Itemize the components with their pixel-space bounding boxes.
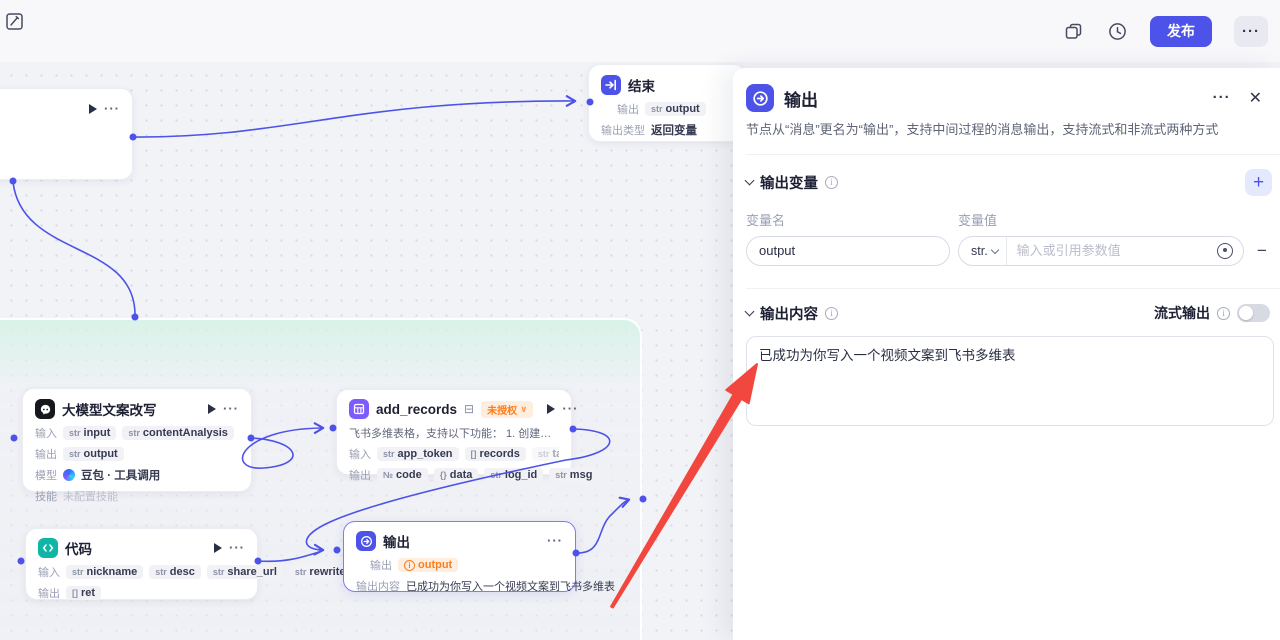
var-tag[interactable]: str input bbox=[63, 426, 117, 440]
var-tag-warning[interactable]: i output bbox=[398, 558, 459, 572]
var-tag[interactable]: str nickname bbox=[66, 565, 144, 579]
chevron-down-icon bbox=[990, 245, 999, 255]
variable-row: str. − bbox=[746, 235, 1280, 266]
run-icon[interactable] bbox=[547, 404, 556, 414]
code-node-icon bbox=[38, 538, 58, 558]
field-label: 输出 bbox=[349, 470, 371, 482]
output-config-panel: 输出 ··· ✕ 节点从“消息”更名为“输出”，支持中间过程的消息输出，支持流式… bbox=[733, 68, 1280, 640]
var-tag[interactable]: str output bbox=[645, 102, 706, 116]
end-node-icon bbox=[601, 75, 621, 95]
output-node-icon bbox=[356, 531, 376, 551]
field-label: 输出 bbox=[38, 588, 60, 600]
content-preview: 已成功为你写入一个视频文案到飞书多维表 bbox=[406, 581, 615, 593]
var-tag[interactable]: str share_url bbox=[206, 565, 283, 579]
node-title: add_records bbox=[376, 401, 458, 417]
panel-menu-icon[interactable]: ··· bbox=[1213, 90, 1231, 105]
section-output-variables: 输出变量 i + 变量名 变量值 str. bbox=[744, 153, 1280, 266]
panel-output-icon bbox=[746, 84, 774, 112]
info-icon[interactable]: i bbox=[1217, 306, 1230, 320]
node-menu-icon[interactable]: ··· bbox=[562, 402, 578, 415]
node-menu-icon[interactable]: ··· bbox=[547, 534, 563, 547]
field-label: 技能 bbox=[35, 491, 57, 503]
node-llm[interactable]: 大模型文案改写 ··· 输入 str input str contentAnalys… bbox=[22, 388, 252, 503]
field-label: 输入 bbox=[38, 567, 60, 579]
node-title: 输出 bbox=[383, 535, 410, 550]
output-content-textarea[interactable]: 已成功为你写入一个视频文案到飞书多维表 bbox=[746, 335, 1274, 426]
plugin-node-icon bbox=[349, 399, 369, 419]
variable-value-field: str. bbox=[958, 235, 1244, 266]
var-tag[interactable]: str output bbox=[63, 447, 124, 461]
run-icon[interactable] bbox=[214, 543, 222, 553]
field-value: 返回变量 bbox=[651, 125, 697, 137]
workflow-editor: ··· 结束 输出 str output 输出类型 返回变量 大模型文案改写 ·… bbox=[0, 0, 1280, 640]
var-tag[interactable]: str contentAnalysis bbox=[122, 426, 234, 440]
var-tag[interactable]: str log_id bbox=[484, 468, 544, 482]
section-title: 输出内容 bbox=[760, 306, 818, 323]
skill-value: 未配置技能 bbox=[63, 491, 118, 503]
type-select[interactable]: str. bbox=[959, 244, 1006, 258]
plugin-version-icon: ⊟ bbox=[464, 402, 475, 416]
field-label: 输出 bbox=[617, 104, 639, 116]
node-menu-icon[interactable]: ··· bbox=[223, 402, 239, 415]
var-tag[interactable]: № code bbox=[377, 468, 428, 482]
topbar-more-button[interactable]: ··· bbox=[1234, 15, 1268, 47]
node-output[interactable]: 输出 ··· 输出 i output 输出内容 已成功为你写入一个视频文案到飞书多… bbox=[343, 521, 615, 593]
node-title: 大模型文案改写 bbox=[62, 403, 157, 418]
info-icon[interactable]: i bbox=[825, 175, 838, 189]
node-start[interactable]: ··· bbox=[0, 88, 133, 180]
node-add-records[interactable]: add_records ⊟ 未授权 ∨ ··· 飞书多维表格，支持以下功能： 1.… bbox=[336, 389, 599, 482]
doubao-model-icon bbox=[63, 469, 75, 481]
variable-name-label: 变量名 bbox=[746, 212, 786, 228]
info-icon[interactable]: i bbox=[825, 306, 838, 320]
panel-title: 输出 bbox=[784, 90, 818, 110]
field-label: 输出 bbox=[370, 560, 392, 572]
field-label: 输出类型 bbox=[601, 125, 645, 137]
var-tag[interactable]: {} data bbox=[433, 468, 479, 482]
node-menu-icon[interactable]: ··· bbox=[104, 102, 120, 115]
collapse-chevron-icon[interactable] bbox=[744, 175, 755, 186]
node-end[interactable]: 结束 输出 str output 输出类型 返回变量 bbox=[588, 64, 746, 142]
model-value: 豆包 · 工具调用 bbox=[81, 470, 161, 482]
unauthorized-badge[interactable]: 未授权 ∨ bbox=[481, 400, 534, 418]
var-tag[interactable]: [] records bbox=[464, 447, 526, 461]
remove-variable-button[interactable]: − bbox=[1252, 241, 1272, 261]
add-variable-button[interactable]: + bbox=[1245, 168, 1272, 196]
node-description: 飞书多维表格，支持以下功能： 1. 创建多维表格； 2. 创建多… bbox=[349, 428, 559, 440]
run-icon[interactable] bbox=[208, 404, 216, 414]
panel-description: 节点从“消息”更名为“输出”，支持中间过程的消息输出，支持流式和非流式两种方式 bbox=[746, 122, 1219, 137]
section-output-content: 输出内容 i 流式输出 i 已成功为你写入一个视频文案到飞书多维表 bbox=[744, 287, 1280, 431]
llm-node-icon bbox=[35, 399, 55, 419]
var-tag[interactable]: strtable_id bbox=[531, 447, 559, 461]
field-label: 输入 bbox=[349, 449, 371, 461]
reference-icon[interactable] bbox=[1217, 242, 1233, 259]
field-label: 模型 bbox=[35, 470, 57, 482]
close-icon[interactable]: ✕ bbox=[1241, 88, 1270, 108]
var-tag[interactable]: [] ret bbox=[66, 586, 102, 600]
field-label: 输入 bbox=[35, 428, 57, 440]
node-title: 代码 bbox=[65, 542, 92, 557]
variable-value-input[interactable] bbox=[1006, 243, 1217, 259]
node-code[interactable]: 代码 ··· 输入 str nickname str desc str share_u… bbox=[25, 528, 352, 600]
publish-button[interactable]: 发布 bbox=[1150, 15, 1212, 47]
variable-name-input[interactable] bbox=[746, 235, 950, 266]
stream-output-label: 流式输出 bbox=[1154, 305, 1210, 322]
duplicate-icon[interactable] bbox=[1062, 20, 1084, 42]
run-icon[interactable] bbox=[89, 104, 97, 114]
edit-workflow-icon[interactable] bbox=[6, 13, 23, 30]
stream-output-toggle[interactable] bbox=[1237, 304, 1270, 323]
var-tag[interactable]: str desc bbox=[149, 565, 201, 579]
history-icon[interactable] bbox=[1106, 20, 1128, 42]
node-title: 结束 bbox=[628, 79, 655, 94]
var-tag[interactable]: str app_token bbox=[377, 447, 459, 461]
collapse-chevron-icon[interactable] bbox=[744, 306, 755, 317]
field-label: 输出 bbox=[35, 449, 57, 461]
field-label: 输出内容 bbox=[356, 581, 400, 593]
topbar: 发布 ··· bbox=[0, 0, 1280, 62]
section-title: 输出变量 bbox=[760, 175, 818, 192]
variable-value-label: 变量值 bbox=[958, 212, 998, 228]
node-menu-icon[interactable]: ··· bbox=[229, 541, 245, 554]
var-tag[interactable]: str msg bbox=[549, 468, 599, 482]
